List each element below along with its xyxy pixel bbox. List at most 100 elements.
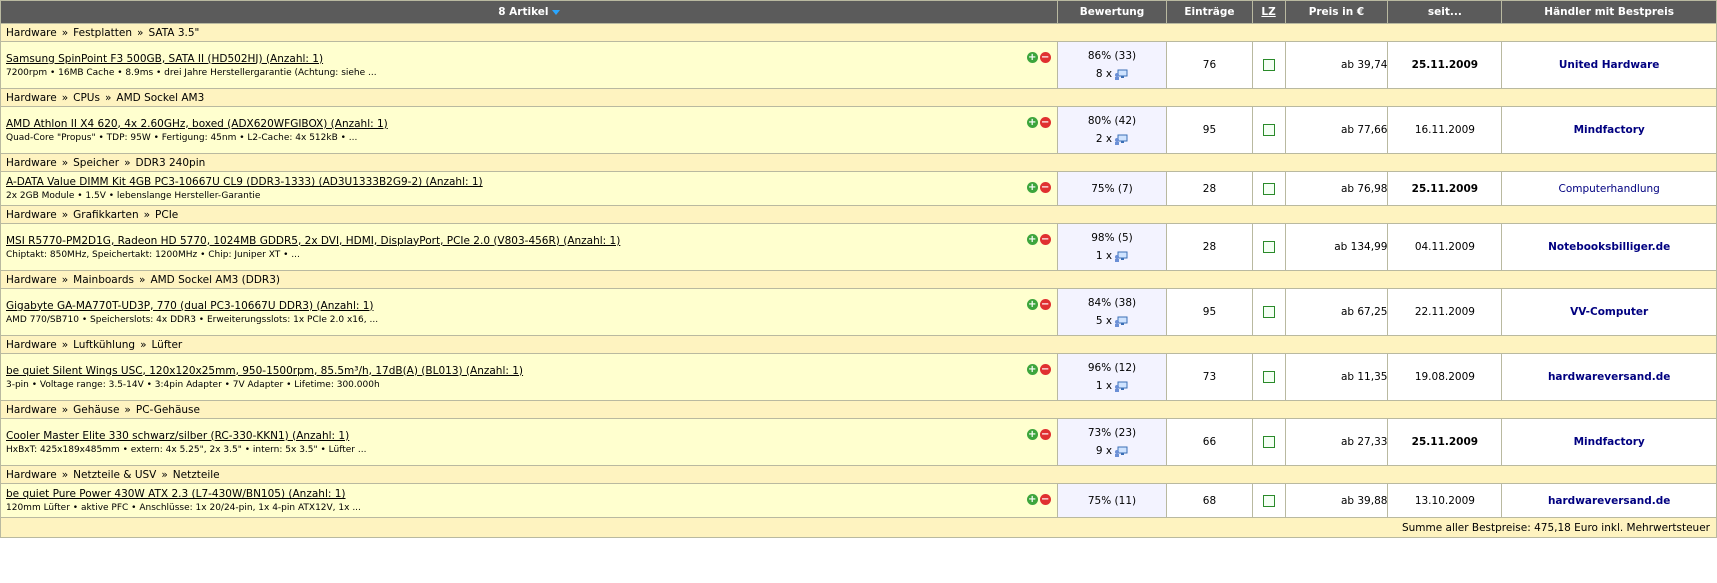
breadcrumb-link[interactable]: Netzteile	[173, 469, 220, 481]
breadcrumb-link[interactable]: SATA 3.5"	[148, 27, 199, 39]
minus-icon[interactable]: −	[1039, 234, 1051, 245]
header-rating[interactable]: Bewertung	[1056, 0, 1168, 24]
breadcrumb-link[interactable]: Grafikkarten	[73, 209, 138, 221]
plus-icon[interactable]: +	[1026, 429, 1038, 440]
header-price[interactable]: Preis in €	[1284, 0, 1389, 24]
breadcrumb-link[interactable]: Hardware	[6, 209, 57, 221]
breadcrumb-link[interactable]: Hardware	[6, 27, 57, 39]
rating-value[interactable]: 75% (7)	[1058, 183, 1167, 195]
lz-checkbox[interactable]	[1262, 494, 1275, 507]
rating-value[interactable]: 73% (23)	[1058, 427, 1167, 439]
lz-checkbox[interactable]	[1262, 124, 1275, 136]
header-dealer[interactable]: Händler mit Bestpreis	[1501, 0, 1717, 24]
plus-icon[interactable]: +	[1026, 117, 1038, 128]
rating-value[interactable]: 86% (33)	[1058, 50, 1167, 62]
product-title-link[interactable]: be quiet Silent Wings USC, 120x120x25mm,…	[6, 365, 523, 377]
rating-value[interactable]: 80% (42)	[1058, 115, 1167, 127]
plus-icon[interactable]: +	[1026, 494, 1038, 505]
user-ratings[interactable]: 5 x	[1058, 315, 1167, 327]
monitor-user-icon[interactable]	[1114, 134, 1128, 145]
dealer-link[interactable]: Mindfactory	[1574, 124, 1645, 136]
rating-value[interactable]: 98% (5)	[1058, 232, 1167, 244]
user-ratings[interactable]: 2 x	[1058, 133, 1167, 145]
minus-icon[interactable]: −	[1039, 299, 1051, 310]
plus-icon[interactable]: +	[1026, 299, 1038, 310]
dealer-link[interactable]: United Hardware	[1559, 59, 1660, 71]
user-ratings-count[interactable]: 9 x	[1096, 445, 1112, 457]
plus-icon[interactable]: +	[1026, 364, 1038, 375]
header-lz-link[interactable]: LZ	[1261, 6, 1275, 18]
breadcrumb-link[interactable]: Speicher	[73, 157, 119, 169]
plus-icon[interactable]: +	[1026, 182, 1038, 193]
minus-icon[interactable]: −	[1039, 429, 1051, 440]
user-ratings[interactable]: 8 x	[1058, 68, 1167, 80]
dealer-link[interactable]: hardwareversand.de	[1548, 495, 1670, 507]
dealer-link[interactable]: hardwareversand.de	[1548, 371, 1670, 383]
breadcrumb-link[interactable]: Netzteile & USV	[73, 469, 156, 481]
breadcrumb-link[interactable]: AMD Sockel AM3	[116, 92, 204, 104]
breadcrumb-link[interactable]: Hardware	[6, 274, 57, 286]
monitor-user-icon[interactable]	[1114, 316, 1128, 327]
breadcrumb-link[interactable]: Lüfter	[152, 339, 183, 351]
breadcrumb-link[interactable]: Hardware	[6, 339, 57, 351]
dealer-link[interactable]: Mindfactory	[1574, 436, 1645, 448]
user-ratings-count[interactable]: 5 x	[1096, 315, 1112, 327]
lz-checkbox[interactable]	[1262, 59, 1275, 71]
user-ratings-count[interactable]: 8 x	[1096, 68, 1112, 80]
minus-icon[interactable]: −	[1039, 494, 1051, 505]
breadcrumb-link[interactable]: Hardware	[6, 404, 57, 416]
plus-icon[interactable]: +	[1026, 234, 1038, 245]
lz-checkbox[interactable]	[1262, 371, 1275, 383]
lz-checkbox[interactable]	[1262, 306, 1275, 318]
product-title-link[interactable]: Gigabyte GA-MA770T-UD3P, 770 (dual PC3-1…	[6, 300, 374, 312]
breadcrumb-link[interactable]: PC-Gehäuse	[136, 404, 200, 416]
dealer-link[interactable]: Computerhandlung	[1558, 183, 1659, 195]
rating-value[interactable]: 75% (11)	[1058, 495, 1167, 507]
dealer-link[interactable]: VV-Computer	[1570, 306, 1648, 318]
monitor-user-icon[interactable]	[1114, 251, 1128, 262]
header-entries[interactable]: Einträge	[1166, 0, 1253, 24]
header-articles[interactable]: 8 Artikel	[0, 0, 1058, 24]
user-ratings[interactable]: 1 x	[1058, 250, 1167, 262]
breadcrumb-link[interactable]: AMD Sockel AM3 (DDR3)	[150, 274, 280, 286]
breadcrumb-link[interactable]: Hardware	[6, 92, 57, 104]
header-since[interactable]: seit...	[1387, 0, 1503, 24]
product-title-link[interactable]: AMD Athlon II X4 620, 4x 2.60GHz, boxed …	[6, 118, 388, 130]
minus-icon[interactable]: −	[1039, 52, 1051, 63]
rating-value[interactable]: 84% (38)	[1058, 297, 1167, 309]
monitor-user-icon[interactable]	[1114, 381, 1128, 392]
user-ratings[interactable]: 9 x	[1058, 445, 1167, 457]
product-title-link[interactable]: Samsung SpinPoint F3 500GB, SATA II (HD5…	[6, 53, 323, 65]
breadcrumb-link[interactable]: Gehäuse	[73, 404, 119, 416]
breadcrumb-link[interactable]: DDR3 240pin	[136, 157, 206, 169]
product-title-link[interactable]: Cooler Master Elite 330 schwarz/silber (…	[6, 430, 349, 442]
minus-icon[interactable]: −	[1039, 364, 1051, 375]
dealer-link[interactable]: Notebooksbilliger.de	[1548, 241, 1670, 253]
sort-desc-icon[interactable]	[551, 9, 560, 15]
user-ratings-count[interactable]: 1 x	[1096, 380, 1112, 392]
minus-icon[interactable]: −	[1039, 117, 1051, 128]
lz-checkbox[interactable]	[1262, 436, 1275, 448]
minus-icon[interactable]: −	[1039, 182, 1051, 193]
breadcrumb-link[interactable]: Hardware	[6, 469, 57, 481]
user-ratings-count[interactable]: 2 x	[1096, 133, 1112, 145]
lz-checkbox[interactable]	[1262, 241, 1275, 253]
breadcrumb-link[interactable]: PCIe	[155, 209, 178, 221]
breadcrumb-link[interactable]: Mainboards	[73, 274, 134, 286]
plus-icon[interactable]: +	[1026, 52, 1038, 63]
lz-checkbox[interactable]	[1262, 182, 1275, 195]
header-articles-label[interactable]: 8 Artikel	[498, 6, 548, 18]
monitor-user-icon[interactable]	[1114, 446, 1128, 457]
rating-value[interactable]: 96% (12)	[1058, 362, 1167, 374]
user-ratings[interactable]: 1 x	[1058, 380, 1167, 392]
header-lz[interactable]: LZ	[1251, 0, 1286, 24]
product-title-link[interactable]: MSI R5770-PM2D1G, Radeon HD 5770, 1024MB…	[6, 235, 620, 247]
breadcrumb-link[interactable]: Hardware	[6, 157, 57, 169]
product-title-link[interactable]: be quiet Pure Power 430W ATX 2.3 (L7-430…	[6, 488, 346, 500]
product-title-link[interactable]: A-DATA Value DIMM Kit 4GB PC3-10667U CL9…	[6, 176, 483, 188]
monitor-user-icon[interactable]	[1114, 69, 1128, 80]
breadcrumb-link[interactable]: Luftkühlung	[73, 339, 135, 351]
breadcrumb-link[interactable]: Festplatten	[73, 27, 132, 39]
breadcrumb-link[interactable]: CPUs	[73, 92, 100, 104]
user-ratings-count[interactable]: 1 x	[1096, 250, 1112, 262]
